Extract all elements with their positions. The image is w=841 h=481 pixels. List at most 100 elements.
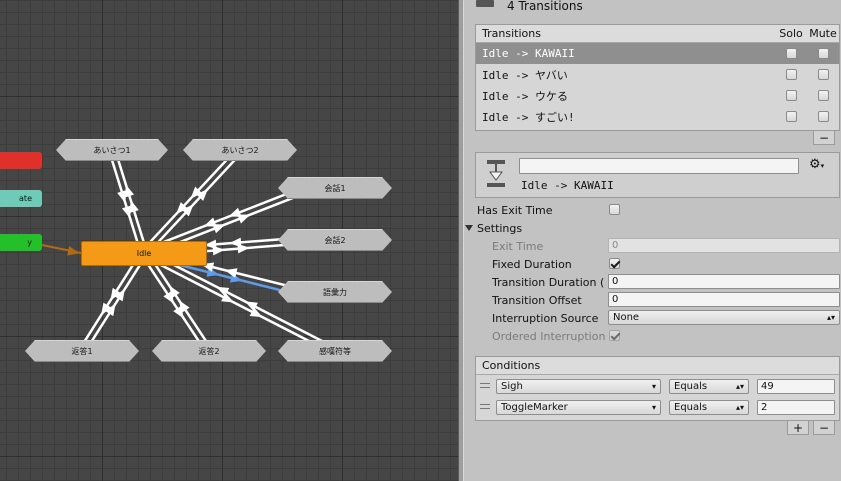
has-exit-time-label: Has Exit Time xyxy=(477,203,553,217)
gear-icon[interactable]: ⚙▾ xyxy=(809,157,824,172)
state-label: 会話2 xyxy=(324,235,346,245)
ordered-interruption-checkbox xyxy=(609,330,620,341)
condition-parameter-dropdown[interactable]: Sigh ▾ xyxy=(496,379,661,394)
fixed-duration-label: Fixed Duration xyxy=(492,257,572,271)
conditions-header: Conditions xyxy=(476,357,839,375)
ordered-interruption-row: Ordered Interruption xyxy=(464,327,841,345)
transition-row[interactable]: Idle -> ウケる xyxy=(476,85,839,106)
inspector-title: 4 Transitions xyxy=(507,0,583,13)
state-node-teal[interactable]: ate xyxy=(0,190,42,207)
transition-icon xyxy=(476,0,494,7)
interruption-source-dropdown[interactable]: None ▴▾ xyxy=(608,310,840,325)
state-node-talk1[interactable]: 会話1 xyxy=(278,177,392,199)
remove-condition-button[interactable]: − xyxy=(813,421,835,435)
solo-checkbox[interactable] xyxy=(785,69,797,80)
state-node-greet2[interactable]: あいさつ2 xyxy=(183,139,297,161)
transition-arrow-icon xyxy=(122,205,132,219)
drag-handle-icon[interactable] xyxy=(480,383,490,388)
transition-line[interactable] xyxy=(140,147,239,252)
transition-arrow-icon xyxy=(117,190,127,203)
state-node-teal-label: ate xyxy=(19,194,32,203)
condition-value-field[interactable]: 49 xyxy=(757,379,835,394)
add-condition-button[interactable]: + xyxy=(787,421,809,435)
has-exit-time-row: Has Exit Time xyxy=(464,201,841,219)
transitions-list: Transitions Solo Mute Idle -> KAWAII Idl… xyxy=(475,24,840,131)
transitions-header-label: Transitions xyxy=(482,27,541,40)
entry-arrow-icon xyxy=(67,246,80,256)
state-node-idle[interactable]: Idle xyxy=(81,241,207,266)
interruption-source-value: None xyxy=(613,312,640,323)
state-label: 感嘆符等 xyxy=(319,346,351,356)
state-label: 語彙力 xyxy=(323,287,347,297)
settings-foldout[interactable]: Settings xyxy=(464,219,841,237)
state-node-reply2[interactable]: 返答2 xyxy=(152,340,266,362)
transition-row-label: Idle -> ウケる xyxy=(482,89,568,103)
state-label: あいさつ1 xyxy=(93,145,131,155)
interruption-source-label: Interruption Source xyxy=(492,311,599,325)
remove-transition-button[interactable]: − xyxy=(813,131,835,145)
state-label: 返答2 xyxy=(198,346,220,356)
transition-duration-field[interactable]: 0 xyxy=(608,274,840,289)
transition-arrow-icon xyxy=(228,207,242,217)
condition-row[interactable]: ToggleMarker ▾ Equals ▴▾ 2 xyxy=(476,397,839,417)
condition-operator-dropdown[interactable]: Equals ▴▾ xyxy=(669,400,749,415)
transition-row-label: Idle -> ヤバい xyxy=(482,68,568,82)
exit-time-label: Exit Time xyxy=(492,239,544,253)
foldout-arrow-icon xyxy=(465,225,473,231)
has-exit-time-checkbox[interactable] xyxy=(609,204,620,215)
condition-operator-dropdown[interactable]: Equals ▴▾ xyxy=(669,379,749,394)
transitions-list-header: Transitions Solo Mute xyxy=(476,25,839,43)
condition-parameter-dropdown[interactable]: ToggleMarker ▾ xyxy=(496,400,661,415)
transition-line[interactable] xyxy=(145,151,244,256)
transition-subtitle: Idle -> KAWAII xyxy=(521,179,614,192)
state-node-talk2[interactable]: 会話2 xyxy=(278,229,392,251)
interruption-source-row: Interruption Source None ▴▾ xyxy=(464,309,841,327)
mute-checkbox[interactable] xyxy=(817,69,829,80)
mute-header: Mute xyxy=(809,27,837,40)
state-node-sarcasm[interactable]: 感嘆符等 xyxy=(278,340,392,362)
transition-offset-field[interactable]: 0 xyxy=(608,292,840,307)
transition-row[interactable]: Idle -> ヤバい xyxy=(476,64,839,85)
conditions-label: Conditions xyxy=(482,359,541,372)
condition-value-field[interactable]: 2 xyxy=(757,400,835,415)
solo-checkbox[interactable] xyxy=(785,111,797,122)
transition-offset-row: Transition Offset 0 xyxy=(464,291,841,309)
drag-handle-icon[interactable] xyxy=(480,404,490,409)
dropdown-arrow-icon: ▾ xyxy=(651,382,656,391)
state-node-green[interactable]: y xyxy=(0,234,42,251)
state-label: 会話1 xyxy=(324,183,346,193)
state-node-vocab[interactable]: 語彙力 xyxy=(278,281,392,303)
transition-duration-label: Transition Duration ( xyxy=(492,275,605,289)
condition-operator-value: Equals xyxy=(674,402,708,413)
dropdown-arrow-icon: ▾ xyxy=(651,403,656,412)
state-node-red[interactable] xyxy=(0,152,42,169)
mute-checkbox[interactable] xyxy=(817,48,829,59)
animator-graph[interactable]: ate y あいさつ1 あいさつ2 会話1 会話2 語彙力 返答1 返答2 感嘆… xyxy=(0,0,458,481)
condition-row[interactable]: Sigh ▾ Equals ▴▾ 49 xyxy=(476,376,839,396)
conditions-list: Conditions Sigh ▾ Equals ▴▾ 49 ToggleMar… xyxy=(475,356,840,421)
inspector-header: 4 Transitions xyxy=(464,0,841,14)
transition-duration-row: Transition Duration ( 0 xyxy=(464,273,841,291)
transition-offset-label: Transition Offset xyxy=(492,293,582,307)
transition-line[interactable] xyxy=(142,254,335,355)
condition-operator-value: Equals xyxy=(674,381,708,392)
transition-row[interactable]: Idle -> すごい! xyxy=(476,106,839,127)
state-node-greet1[interactable]: あいさつ1 xyxy=(56,139,168,161)
condition-parameter-value: Sigh xyxy=(501,381,523,392)
transition-arrow-icon xyxy=(229,237,242,248)
solo-checkbox[interactable] xyxy=(785,48,797,59)
fixed-duration-row: Fixed Duration xyxy=(464,255,841,273)
transition-row[interactable]: Idle -> KAWAII xyxy=(476,43,839,64)
state-node-reply1[interactable]: 返答1 xyxy=(25,340,139,362)
fixed-duration-checkbox[interactable] xyxy=(609,258,620,269)
dropdown-arrow-icon: ▴▾ xyxy=(826,313,835,322)
mute-checkbox[interactable] xyxy=(817,111,829,122)
state-label: Idle xyxy=(136,249,152,258)
dropdown-arrow-icon: ▴▾ xyxy=(735,382,744,391)
transition-name-input[interactable] xyxy=(519,158,799,174)
exit-time-field: 0 xyxy=(608,238,840,253)
mute-checkbox[interactable] xyxy=(817,90,829,101)
transition-row-label: Idle -> すごい! xyxy=(482,110,575,124)
solo-checkbox[interactable] xyxy=(785,90,797,101)
state-label: 返答1 xyxy=(71,346,93,356)
